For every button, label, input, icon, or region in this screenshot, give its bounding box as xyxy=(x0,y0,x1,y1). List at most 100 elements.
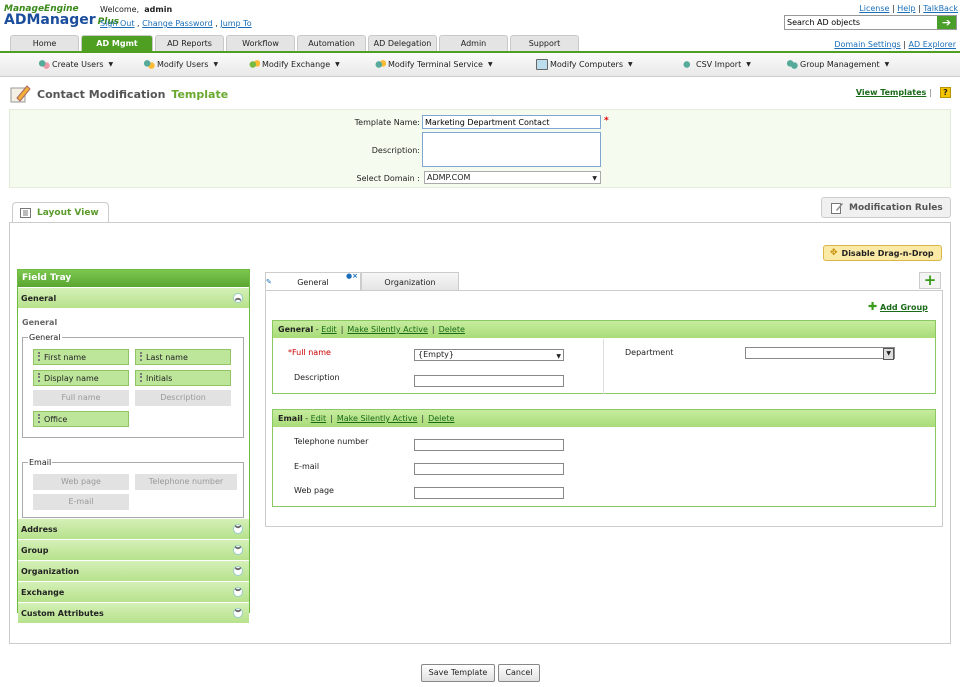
tab-automation[interactable]: Automation xyxy=(297,35,366,51)
close-tab-icon[interactable]: ●× xyxy=(346,267,358,286)
chevron-up-icon: ︽ xyxy=(233,293,243,303)
section-silent-link[interactable]: Make Silently Active xyxy=(347,325,428,334)
domain-settings-link[interactable]: Domain Settings xyxy=(834,40,900,49)
layout-view-tab[interactable]: Layout View xyxy=(12,202,109,223)
tray-general-title: General xyxy=(22,318,58,327)
select-domain-dropdown[interactable]: ADMP.COM ▼ xyxy=(424,171,601,184)
jump-to-link[interactable]: Jump To xyxy=(220,19,251,28)
email-section-header: Email - Edit | Make Silently Active | Delete xyxy=(273,410,935,427)
menu-modify-users[interactable]: Modify Users ▼ xyxy=(143,59,218,70)
menu-create-users[interactable]: Create Users ▼ xyxy=(38,59,113,70)
tab-support[interactable]: Support xyxy=(510,35,579,51)
page-title: Contact Modification xyxy=(37,87,166,101)
ad-explorer-link[interactable]: AD Explorer xyxy=(909,40,956,49)
template-form: Template Name: * Description: Select Dom… xyxy=(9,109,951,188)
talkback-link[interactable]: TalkBack xyxy=(923,4,958,13)
section-delete-link[interactable]: Delete xyxy=(439,325,465,334)
template-name-input[interactable] xyxy=(422,115,601,129)
general-group-legend: General xyxy=(28,333,62,342)
web-page-label: Web page xyxy=(294,486,334,495)
content-tabs: ✎ General ●× Organization xyxy=(265,272,459,291)
sign-out-link[interactable]: Sign Out xyxy=(100,19,135,28)
cancel-button[interactable]: Cancel xyxy=(498,664,540,682)
section-edit-link[interactable]: Edit xyxy=(321,325,337,334)
content-tab-general[interactable]: ✎ General ●× xyxy=(265,272,361,291)
help-icon[interactable]: ? xyxy=(940,87,951,98)
help-link[interactable]: Help xyxy=(897,4,915,13)
tray-section-address[interactable]: Address ︾ xyxy=(18,518,249,539)
menu-label: Modify Exchange xyxy=(262,60,331,69)
username: admin xyxy=(144,5,173,14)
section-silent-link[interactable]: Make Silently Active xyxy=(337,414,418,423)
menu-label: CSV Import xyxy=(696,60,742,69)
group-icon xyxy=(786,59,798,70)
web-page-input[interactable] xyxy=(414,487,564,499)
rules-edit-icon xyxy=(831,202,843,214)
menu-modify-exchange[interactable]: Modify Exchange ▼ xyxy=(248,59,340,70)
menu-csv-import[interactable]: CSV Import ▼ xyxy=(682,59,751,70)
add-group-link[interactable]: Add Group xyxy=(880,303,928,312)
welcome-label: Welcome, xyxy=(100,5,140,14)
email-input[interactable] xyxy=(414,463,564,475)
department-select[interactable]: ▼ xyxy=(745,347,895,360)
add-tab-plus-icon[interactable]: + xyxy=(919,272,941,289)
field-label: First name xyxy=(44,353,87,362)
save-template-button[interactable]: Save Template xyxy=(421,664,495,682)
tab-ad-delegation[interactable]: AD Delegation xyxy=(368,35,437,51)
caret-down-icon: ▼ xyxy=(108,61,114,68)
license-link[interactable]: License xyxy=(859,4,889,13)
full-name-select[interactable]: {Empty} ▼ xyxy=(414,349,564,361)
brand-main: ADManager xyxy=(4,12,96,28)
submenu-bar: Create Users ▼ Modify Users ▼ Modify Excha… xyxy=(0,53,960,77)
modification-rules-button[interactable]: Modification Rules xyxy=(821,197,951,218)
field-email-used: E-mail xyxy=(33,494,129,510)
domain-value: ADMP.COM xyxy=(427,173,471,182)
menu-modify-computers[interactable]: Modify Computers ▼ xyxy=(536,59,633,70)
caret-down-icon: ▼ xyxy=(487,61,493,68)
content-tab-organization[interactable]: Organization xyxy=(361,272,459,291)
tab-label: General xyxy=(297,278,329,287)
top-links: License | Help | TalkBack xyxy=(859,4,958,13)
tab-ad-mgmt[interactable]: AD Mgmt xyxy=(81,35,153,51)
tab-workflow[interactable]: Workflow xyxy=(226,35,295,51)
tab-admin[interactable]: Admin xyxy=(439,35,508,51)
field-initials[interactable]: Initials xyxy=(135,370,231,386)
field-tray-title: Field Tray xyxy=(18,270,249,287)
search-go-button[interactable]: ➔ xyxy=(937,16,956,29)
caret-down-icon: ▼ xyxy=(335,61,340,68)
description-field-input[interactable] xyxy=(414,375,564,387)
section-delete-link[interactable]: Delete xyxy=(428,414,454,423)
tray-section-label: General xyxy=(21,294,57,303)
field-last-name[interactable]: Last name xyxy=(135,349,231,365)
field-display-name[interactable]: Display name xyxy=(33,370,129,386)
menu-group-management[interactable]: Group Management ▼ xyxy=(786,59,889,70)
full-name-label: *Full name xyxy=(288,348,331,357)
drag-handle-icon xyxy=(140,373,143,382)
column-divider xyxy=(603,339,604,394)
disable-drag-drop-button[interactable]: ✥ Disable Drag-n-Drop xyxy=(823,245,942,261)
tray-section-exchange[interactable]: Exchange ︾ xyxy=(18,581,249,602)
search-box: ➔ xyxy=(784,15,957,30)
tab-ad-reports[interactable]: AD Reports xyxy=(155,35,224,51)
field-office[interactable]: Office xyxy=(33,411,129,427)
template-edit-icon xyxy=(10,85,31,103)
tray-section-general[interactable]: General ︽ xyxy=(18,287,249,308)
menu-modify-terminal-service[interactable]: Modify Terminal Service ▼ xyxy=(374,59,493,70)
view-templates-link[interactable]: View Templates xyxy=(856,88,926,97)
exchange-icon xyxy=(248,59,260,70)
tab-home[interactable]: Home xyxy=(10,35,79,51)
full-name-value: {Empty} xyxy=(418,350,454,359)
telephone-input[interactable] xyxy=(414,439,564,451)
tray-section-organization[interactable]: Organization ︾ xyxy=(18,560,249,581)
tray-section-group[interactable]: Group ︾ xyxy=(18,539,249,560)
add-group: ✚ Add Group xyxy=(868,300,928,313)
search-input[interactable] xyxy=(785,16,937,29)
section-edit-link[interactable]: Edit xyxy=(311,414,327,423)
tray-section-custom-attributes[interactable]: Custom Attributes ︾ xyxy=(18,602,249,623)
description-textarea[interactable] xyxy=(422,132,601,167)
field-first-name[interactable]: First name xyxy=(33,349,129,365)
drag-handle-icon xyxy=(140,352,143,361)
tray-section-label: Group xyxy=(21,546,49,555)
change-password-link[interactable]: Change Password xyxy=(142,19,213,28)
right-links: Domain Settings | AD Explorer xyxy=(834,40,956,49)
